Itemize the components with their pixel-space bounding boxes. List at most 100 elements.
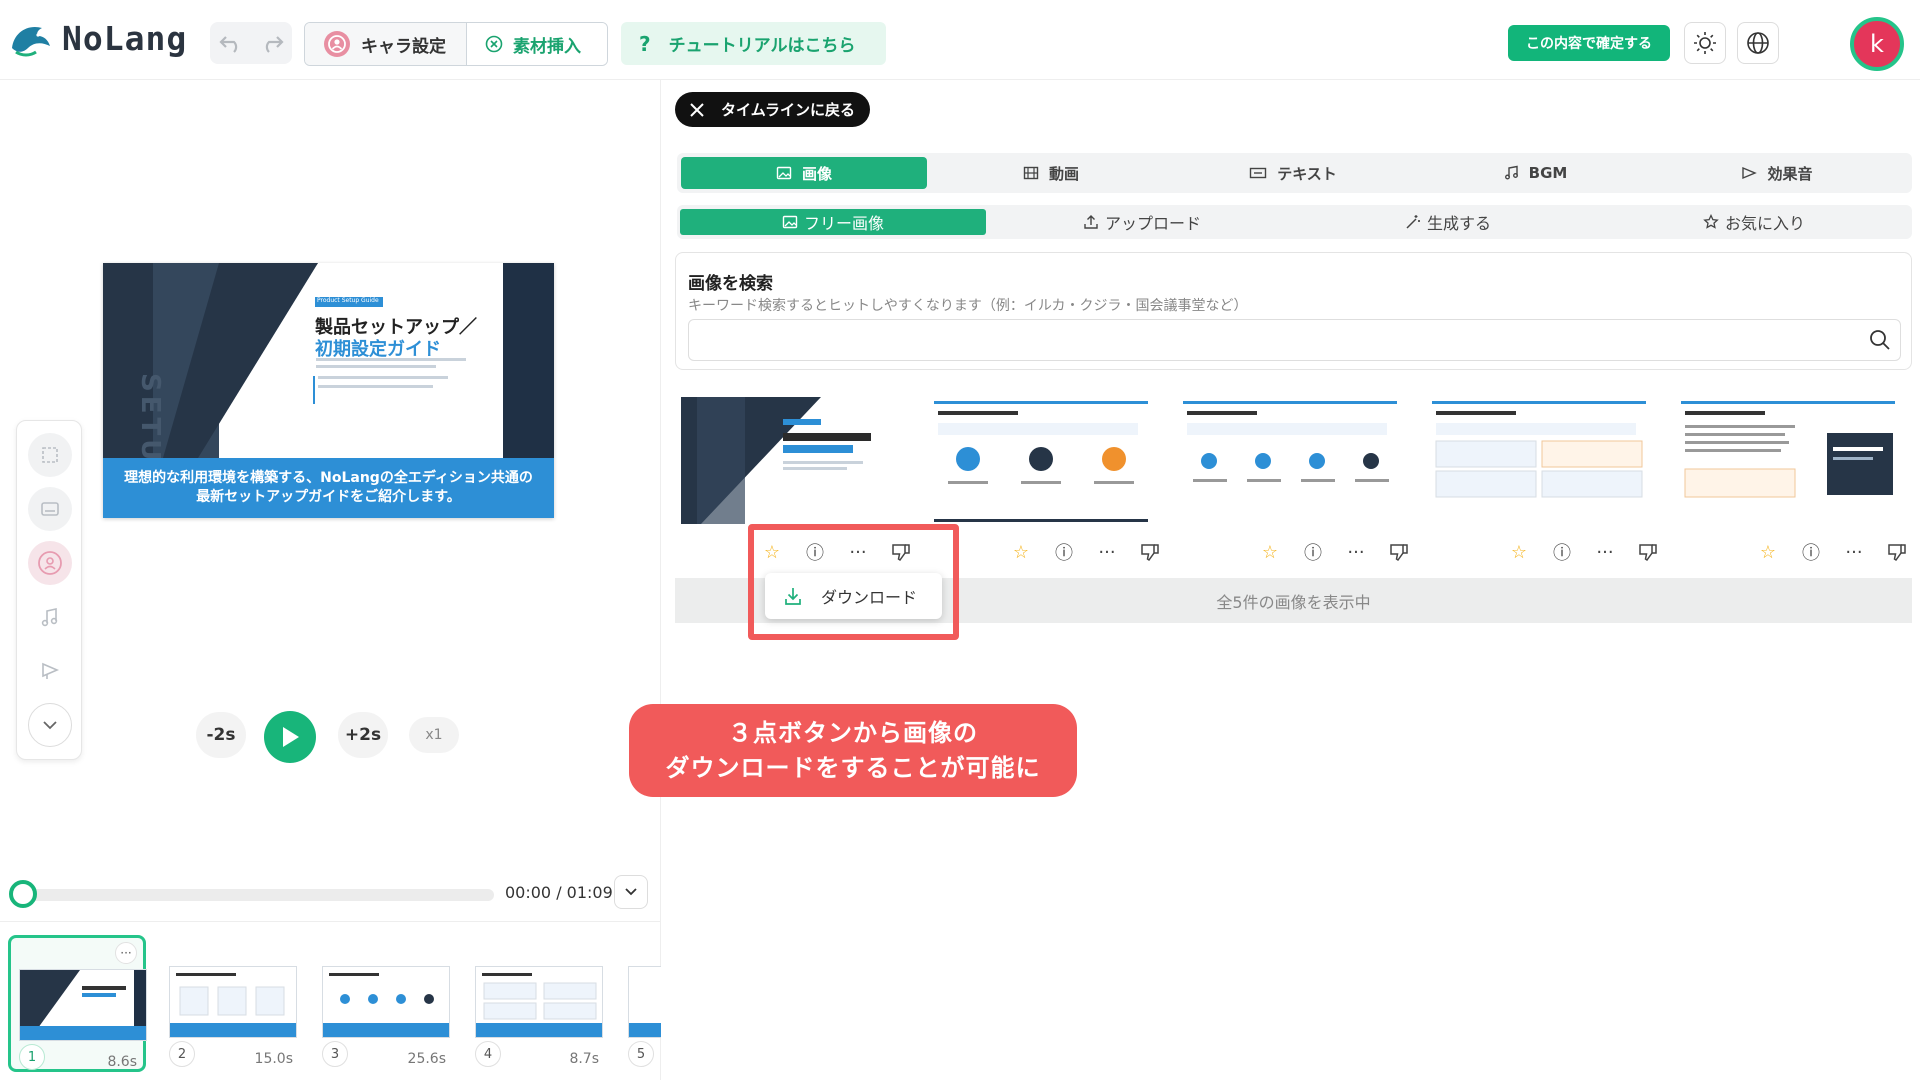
logo[interactable]: NoLang: [8, 18, 187, 58]
tab-text[interactable]: テキスト: [1175, 157, 1411, 189]
timeline-thumbnail: [19, 969, 147, 1041]
close-icon: [690, 102, 704, 117]
image-result[interactable]: [1428, 397, 1650, 524]
search-icon[interactable]: [1869, 329, 1891, 351]
character-tool-button[interactable]: [28, 541, 72, 585]
image-result-art: [1179, 397, 1401, 524]
tab-chara-label: キャラ設定: [361, 36, 446, 57]
image-result[interactable]: [1677, 397, 1899, 524]
music-note-icon: [1504, 165, 1518, 180]
image-actions: ☆ ⓘ ···: [1009, 537, 1162, 567]
playback-rate-button[interactable]: x1: [409, 717, 459, 753]
image-actions: ☆ ⓘ ···: [1756, 537, 1909, 567]
film-icon: [1023, 166, 1039, 180]
sound-effect-tool-button[interactable]: [28, 649, 72, 693]
more-icon[interactable]: ···: [1842, 540, 1866, 564]
more-icon[interactable]: ···: [1344, 540, 1368, 564]
user-avatar[interactable]: k: [1850, 17, 1904, 71]
annotation-line2: ダウンロードをすることが可能に: [665, 753, 1041, 782]
star-icon[interactable]: ☆: [1507, 540, 1531, 564]
more-icon[interactable]: ···: [1593, 540, 1617, 564]
timeline-item[interactable]: 5: [620, 935, 661, 1072]
timeline-item-duration: 15.0s: [254, 1051, 293, 1067]
preview-pane: [0, 80, 661, 1080]
image-result-art: [1677, 397, 1899, 524]
timeline-divider: [0, 921, 661, 922]
tab-sound-effect[interactable]: 効果音: [1659, 157, 1895, 189]
image-result-art: [1428, 397, 1650, 524]
thumbs-down-icon[interactable]: [1138, 540, 1162, 564]
tab-upload[interactable]: アップロード: [992, 209, 1292, 235]
dolphin-logo-icon: [12, 26, 50, 57]
search-input[interactable]: [688, 319, 1901, 361]
timeline-item[interactable]: ··· 1 8.6s: [8, 935, 147, 1072]
language-button[interactable]: [1737, 22, 1779, 64]
tab-chara-settings[interactable]: キャラ設定: [305, 23, 467, 65]
image-result[interactable]: [681, 397, 903, 524]
thumbs-down-icon[interactable]: [1387, 540, 1411, 564]
image-result[interactable]: [930, 397, 1152, 524]
tab-image[interactable]: 画像: [681, 157, 927, 189]
timeline-item-number: 2: [169, 1041, 195, 1067]
rewind-button[interactable]: -2s: [196, 712, 246, 758]
tutorial-button[interactable]: ? チュートリアルはこちら: [621, 22, 886, 65]
thumbs-down-icon[interactable]: [1885, 540, 1909, 564]
timeline-item-duration: 8.7s: [569, 1051, 599, 1067]
info-icon[interactable]: ⓘ: [1301, 540, 1325, 564]
tutorial-label: チュートリアルはこちら: [668, 36, 856, 56]
more-icon[interactable]: ···: [115, 942, 137, 964]
timeline-item-number: 1: [19, 1044, 45, 1070]
timeline-thumbnail: [322, 966, 450, 1038]
tab-free-image[interactable]: フリー画像: [680, 209, 986, 235]
subtitle-tool-button[interactable]: [28, 487, 72, 531]
tab-favorites[interactable]: お気に入り: [1604, 209, 1904, 235]
image-result-art: [930, 397, 1152, 524]
media-type-tabs: 画像 動画 テキスト BGM 効果音: [677, 153, 1912, 193]
tab-upload-label: アップロード: [1104, 214, 1201, 233]
theme-toggle-button[interactable]: [1684, 22, 1726, 64]
redo-icon[interactable]: [259, 33, 285, 53]
music-tool-button[interactable]: [28, 595, 72, 639]
sun-icon: [1694, 32, 1716, 54]
user-circle-icon: [324, 31, 350, 57]
timeline-item-number: 4: [475, 1041, 501, 1067]
star-icon[interactable]: ☆: [1756, 540, 1780, 564]
header-tab-group: キャラ設定 素材挿入: [304, 22, 608, 66]
star-icon[interactable]: ☆: [1258, 540, 1282, 564]
progress-handle[interactable]: [9, 880, 37, 908]
confirm-button[interactable]: この内容で確定する: [1508, 25, 1670, 61]
timeline-thumbnail: [169, 966, 297, 1038]
play-button[interactable]: [264, 711, 316, 763]
timeline-item[interactable]: 3 25.6s: [314, 935, 452, 1072]
tab-video[interactable]: 動画: [933, 157, 1169, 189]
tab-material-insert[interactable]: 素材挿入: [467, 23, 607, 65]
image-icon: [782, 215, 798, 229]
tab-image-label: 画像: [801, 164, 832, 183]
info-icon[interactable]: ⓘ: [1799, 540, 1823, 564]
tab-generate[interactable]: 生成する: [1298, 209, 1598, 235]
undo-redo-group: [210, 22, 292, 64]
more-icon[interactable]: ···: [1095, 540, 1119, 564]
globe-icon: [1747, 32, 1769, 54]
back-to-timeline-button[interactable]: タイムラインに戻る: [675, 92, 870, 127]
undo-icon[interactable]: [218, 33, 244, 53]
info-icon[interactable]: ⓘ: [1550, 540, 1574, 564]
star-icon[interactable]: ☆: [1009, 540, 1033, 564]
timeline-item[interactable]: 4 8.7s: [467, 935, 605, 1072]
tab-bgm[interactable]: BGM: [1417, 157, 1653, 189]
layout-tool-button[interactable]: [28, 433, 72, 477]
image-result[interactable]: [1179, 397, 1401, 524]
image-source-tabs: フリー画像 アップロード 生成する お気に入り: [677, 205, 1912, 239]
timeline-expand-button[interactable]: [614, 875, 648, 909]
thumb-band: [323, 1023, 449, 1037]
magic-wand-icon: [1406, 215, 1420, 229]
timeline-item[interactable]: 2 15.0s: [161, 935, 299, 1072]
collapse-tool-button[interactable]: [28, 703, 72, 747]
thumbs-down-icon[interactable]: [1636, 540, 1660, 564]
progress-track[interactable]: [22, 889, 494, 901]
thumb-band: [476, 1023, 602, 1037]
info-icon[interactable]: ⓘ: [1052, 540, 1076, 564]
chevron-down-icon: [625, 888, 637, 896]
forward-button[interactable]: +2s: [338, 712, 388, 758]
character-icon: [38, 551, 62, 575]
